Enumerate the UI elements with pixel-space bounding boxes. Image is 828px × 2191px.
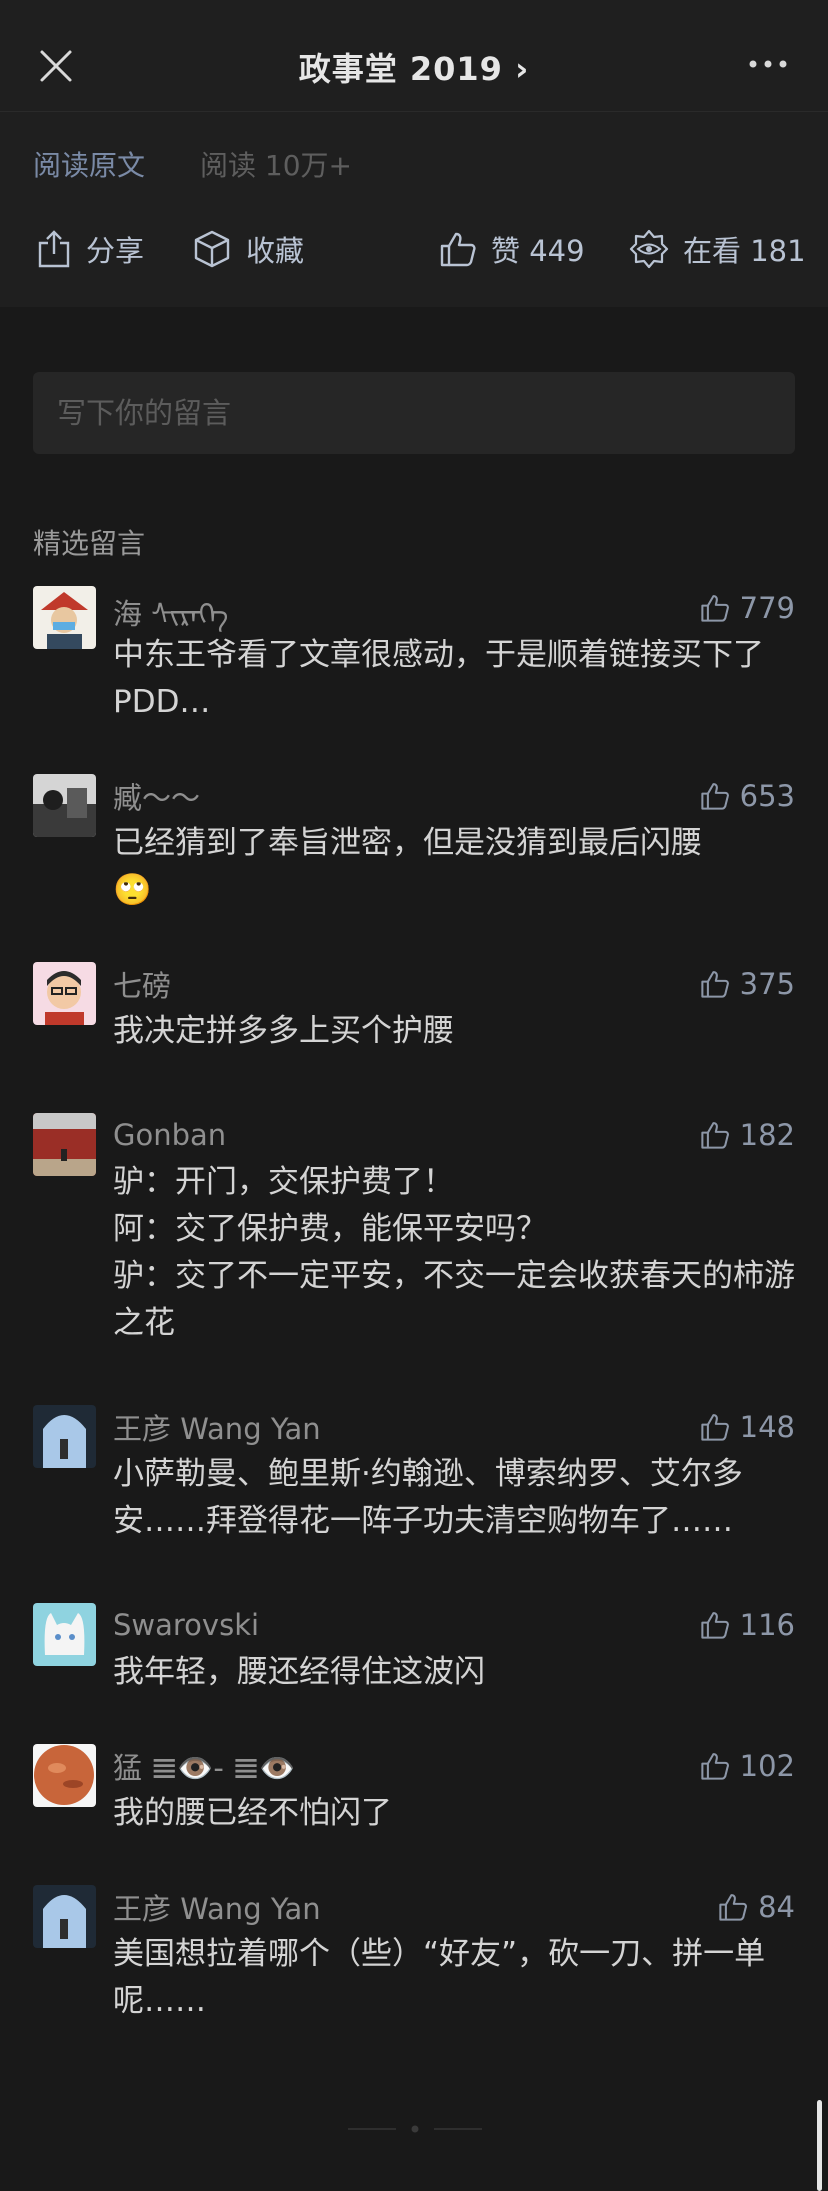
watching-icon: [629, 229, 669, 269]
favorite-label: 收藏: [246, 234, 305, 268]
comment-author[interactable]: 臧～～: [113, 775, 200, 817]
thumbs-up-icon: [700, 783, 729, 810]
comment-item: Gonban 182 驴：开门，交保护费了！ 阿：交了保护费，能保平安吗？ 驴：…: [0, 1113, 828, 1347]
read-original-link[interactable]: 阅读原文: [33, 144, 145, 184]
scrollbar[interactable]: [817, 2100, 822, 2191]
share-icon: [38, 230, 70, 268]
comment-like-button[interactable]: 375: [700, 967, 795, 1001]
end-divider: [348, 2125, 482, 2133]
like-button[interactable]: 赞 449: [439, 227, 585, 271]
comment-text: 美国想拉着哪个（些）“好友”，砍一刀、拼一单呢……: [113, 1936, 766, 2019]
watching-button[interactable]: 在看 181: [629, 227, 806, 271]
avatar[interactable]: [33, 1885, 96, 1948]
comment-like-button[interactable]: 84: [718, 1890, 795, 1924]
comment-text: 我决定拼多多上买个护腰: [113, 1013, 454, 1049]
comment-author[interactable]: 七磅: [113, 963, 171, 1005]
nav-bar: 政事堂 2019 ›: [0, 0, 828, 112]
thumbs-up-icon: [700, 1122, 729, 1149]
favorite-button[interactable]: 收藏: [192, 227, 304, 271]
like-count: 赞 449: [491, 234, 585, 268]
box-icon: [194, 230, 230, 268]
comment-text: 小萨勒曼、鲍里斯·约翰逊、博索纳罗、艾尔多安……拜登得花一阵子功夫清空购物车了……: [113, 1456, 743, 1539]
avatar[interactable]: [33, 1113, 96, 1176]
avatar[interactable]: [33, 586, 96, 649]
thumbs-up-icon: [700, 971, 729, 998]
thumbs-up-icon: [700, 1753, 729, 1780]
thumbs-up-icon: [700, 1414, 729, 1441]
thumbs-up-icon: [700, 595, 729, 622]
thumbs-up-icon: [440, 232, 476, 267]
comment-item: 七磅 375 我决定拼多多上买个护腰: [0, 962, 828, 1055]
comment-like-button[interactable]: 653: [700, 779, 795, 813]
comment-author[interactable]: Swarovski: [113, 1608, 259, 1642]
thumbs-up-icon: [700, 1612, 729, 1639]
divider-gap: [0, 307, 828, 372]
comment-text: 中东王爷看了文章很感动，于是顺着链接买下了PDD…: [113, 637, 764, 720]
comment-like-button[interactable]: 182: [700, 1118, 795, 1152]
comment-like-button[interactable]: 116: [700, 1608, 795, 1642]
avatar[interactable]: [33, 1744, 96, 1807]
comment-text: 我的腰已经不怕闪了: [113, 1795, 392, 1831]
avatar[interactable]: [33, 962, 96, 1025]
thumbs-up-icon: [719, 1894, 748, 1921]
comment-like-button[interactable]: 148: [700, 1410, 795, 1444]
comment-like-count: 84: [758, 1890, 795, 1924]
comment-item: Swarovski 116 我年轻，腰还经得住这波闪: [0, 1603, 828, 1696]
comment-like-count: 653: [739, 779, 795, 813]
comment-author[interactable]: 海 ᠰᠢᠷᠡᠭᠡ: [113, 583, 228, 633]
comment-text: 驴：开门，交保护费了！ 阿：交了保护费，能保平安吗？ 驴：交了不一定平安，不交一…: [113, 1164, 795, 1341]
read-count: 阅读 10万+: [200, 149, 352, 182]
comment-author[interactable]: 王彦 Wang Yan: [113, 1886, 321, 1928]
watching-count: 在看 181: [683, 234, 806, 268]
comment-input[interactable]: 写下你的留言: [33, 372, 795, 454]
comment-text: 已经猜到了奉旨泄密，但是没猜到最后闪腰 🙄: [113, 825, 702, 908]
comment-like-count: 779: [739, 591, 795, 625]
comment-list: 海 ᠰᠢᠷᠡᠭᠡ 779 中东王爷看了文章很感动，于是顺着链接买下了PDD… 臧…: [0, 586, 828, 2025]
page-title[interactable]: 政事堂 2019 ›: [0, 44, 828, 90]
comment-item: 王彦 Wang Yan 148 小萨勒曼、鲍里斯·约翰逊、博索纳罗、艾尔多安………: [0, 1405, 828, 1545]
comment-author[interactable]: 王彦 Wang Yan: [113, 1406, 321, 1448]
comment-like-button[interactable]: 779: [700, 591, 795, 625]
comment-author[interactable]: Gonban: [113, 1118, 226, 1152]
avatar[interactable]: [33, 1603, 96, 1666]
comment-like-count: 102: [739, 1749, 795, 1783]
comment-like-count: 182: [739, 1118, 795, 1152]
more-icon[interactable]: [748, 54, 788, 74]
action-row: 分享 收藏 赞 449 在看 181: [0, 209, 828, 307]
comment-item: 臧～～ 653 已经猜到了奉旨泄密，但是没猜到最后闪腰 🙄: [0, 774, 828, 914]
avatar[interactable]: [33, 1405, 96, 1468]
comment-item: 海 ᠰᠢᠷᠡᠭᠡ 779 中东王爷看了文章很感动，于是顺着链接买下了PDD…: [0, 586, 828, 726]
comment-item: 王彦 Wang Yan 84 美国想拉着哪个（些）“好友”，砍一刀、拼一单呢……: [0, 1885, 828, 2025]
comment-like-count: 116: [739, 1608, 795, 1642]
comment-like-count: 375: [739, 967, 795, 1001]
article-footer: 政事堂 2019 › 阅读原文 阅读 10万+ 分享 收藏 赞 449 在看 1…: [0, 0, 828, 307]
featured-comments-title: 精选留言: [33, 527, 146, 560]
comment-item: 猛 𝌆👁️- 𝌆👁️ 102 我的腰已经不怕闪了: [0, 1744, 828, 1837]
share-label: 分享: [86, 234, 145, 268]
comment-like-count: 148: [739, 1410, 795, 1444]
avatar[interactable]: [33, 774, 96, 837]
comment-author[interactable]: 猛 𝌆👁️- 𝌆👁️: [113, 1745, 295, 1787]
share-button[interactable]: 分享: [36, 227, 144, 271]
read-row: 阅读原文 阅读 10万+: [0, 112, 828, 209]
comment-text: 我年轻，腰还经得住这波闪: [113, 1654, 485, 1690]
comment-like-button[interactable]: 102: [700, 1749, 795, 1783]
